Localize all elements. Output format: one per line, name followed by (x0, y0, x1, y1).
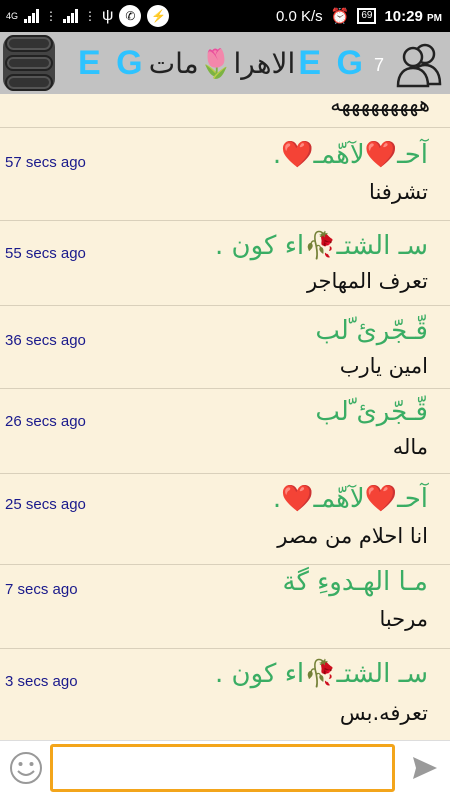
message-time: 57 secs ago (5, 154, 86, 171)
message-sender[interactable]: آحـ❤️لآهّمـ❤️. (273, 484, 428, 514)
message-sender[interactable]: آحـ❤️لآهّمـ❤️. (273, 140, 428, 170)
message-input[interactable] (50, 744, 395, 792)
message-text: ماله (392, 435, 428, 459)
room-title: E G الاهرا🌷مات E G (78, 40, 366, 86)
battery-icon: 69 (357, 8, 377, 24)
users-icon[interactable] (394, 38, 444, 88)
title-eg-right: E G (298, 43, 366, 82)
whatsapp-icon: ✆ (119, 5, 142, 27)
message-time: 25 secs ago (5, 496, 86, 513)
message-sender[interactable]: قّـجّرئ ّلب (315, 316, 428, 346)
status-bar: 4G ⋮ ⋮ ψ ✆ ⚡ 0.0 K/s ⏰ 69 10:29 PM (0, 0, 450, 32)
wifi-signal-icon: ⋮ (84, 9, 97, 23)
message-item: 3 secs ago سـ الشتـ🥀اء كون . تعرفه.بس (0, 649, 450, 740)
message-text: تعرف المهاجر (306, 269, 428, 293)
title-eg-left: E G (78, 43, 146, 82)
message-sender[interactable]: قّـجّرئ ّلب (315, 397, 428, 427)
composer-bar (0, 740, 450, 801)
message-item: 7 secs ago مـا الهـدوءِ گة مرحبا (0, 565, 450, 649)
message-sender[interactable]: سـ الشتـ🥀اء كون . (215, 231, 428, 261)
signal-icon (24, 9, 40, 23)
emoji-icon[interactable] (8, 750, 44, 786)
message-item: هههههههههه (0, 94, 450, 128)
menu-button[interactable] (3, 35, 55, 92)
message-text: انا احلام من مصر (277, 524, 428, 548)
message-time: 26 secs ago (5, 413, 86, 430)
send-icon[interactable] (410, 753, 440, 783)
message-time: 36 secs ago (5, 332, 86, 349)
chat-header: E G الاهرا🌷مات E G 7 (0, 32, 450, 94)
clock: 10:29 PM (384, 7, 442, 25)
room-name: الاهرا🌷مات (148, 46, 296, 80)
message-text: تشرفنا (369, 180, 428, 204)
network-speed: 0.0 K/s (275, 7, 323, 25)
alarm-icon: ⏰ (330, 8, 350, 25)
message-item: 25 secs ago آحـ❤️لآهّمـ❤️. انا احلام من … (0, 474, 450, 565)
message-text: امين يارب (339, 354, 428, 378)
message-sender[interactable]: سـ الشتـ🥀اء كون . (215, 659, 428, 689)
message-list[interactable]: هههههههههه 57 secs ago آحـ❤️لآهّمـ❤️. تش… (0, 94, 450, 740)
message-item: 26 secs ago قّـجّرئ ّلب ماله (0, 389, 450, 474)
message-item: 57 secs ago آحـ❤️لآهّمـ❤️. تشرفنا (0, 128, 450, 221)
message-item: 36 secs ago قّـجّرئ ّلب امين يارب (0, 306, 450, 389)
message-text: مرحبا (379, 607, 428, 631)
message-time: 55 secs ago (5, 245, 86, 262)
message-item: 55 secs ago سـ الشتـ🥀اء كون . تعرف المها… (0, 221, 450, 306)
menu-icon (5, 35, 53, 52)
network-type: 4G (6, 10, 19, 21)
online-count: 7 (374, 55, 385, 75)
message-sender[interactable]: مـا الهـدوءِ گة (283, 567, 429, 597)
message-text: هههههههههه (330, 94, 430, 116)
sim-icon: ⋮ (45, 9, 58, 23)
messenger-icon: ⚡ (147, 5, 170, 27)
signal-icon-2 (63, 9, 79, 23)
message-text: تعرفه.بس (339, 701, 428, 725)
usb-icon: ψ (102, 7, 114, 24)
message-time: 3 secs ago (5, 673, 78, 690)
message-time: 7 secs ago (5, 581, 78, 598)
